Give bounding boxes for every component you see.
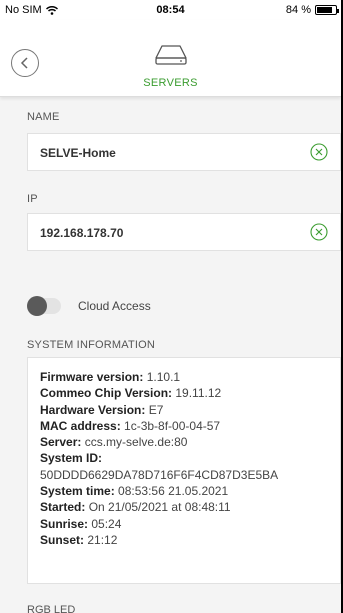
cloud-access-toggle[interactable] [27,296,61,316]
sunset-row: Sunset: 21:12 [40,532,118,547]
server-row: Server: ccs.my-selve.de:80 [40,435,188,450]
page-title: SERVERS [143,77,198,89]
system-id-label: System ID: [40,451,103,466]
sunrise-row: Sunrise: 05:24 [40,516,122,531]
app-screen: No SIM 08:54 84 % SERVERS NAME SELVE-Hom… [0,0,341,613]
started-row: Started: On 21/05/2021 at 08:48:11 [40,500,231,515]
ip-field[interactable]: 192.168.178.70 [27,213,341,251]
rgb-led-section-label: RGB LED [27,604,76,613]
ip-section-label: IP [27,193,38,205]
ip-value: 192.168.178.70 [40,226,124,240]
name-section-label: NAME [27,111,60,123]
battery-level-fill [317,7,333,13]
chevron-left-icon [20,57,28,69]
cloud-access-label: Cloud Access [78,299,151,313]
firmware-row: Firmware version: 1.10.1 [40,370,181,384]
hardware-row: Hardware Version: E7 [40,402,164,417]
navigation-header: SERVERS [0,20,341,97]
clear-circle-icon[interactable] [310,143,328,161]
toggle-knob [27,296,47,316]
server-icon [155,45,187,65]
system-information-label: SYSTEM INFORMATION [27,339,156,351]
system-id-value: 50DDDD6629DA78D716F6F4CD87D3E5BA [40,467,279,482]
name-field[interactable]: SELVE-Home [27,133,341,171]
system-time-row: System time: 08:53:56 21.05.2021 [40,484,229,499]
status-bar: No SIM 08:54 84 % [0,0,341,20]
battery-icon [315,5,339,15]
battery-percentage: 84 % [285,4,311,16]
clear-circle-icon[interactable] [310,223,328,241]
name-value: SELVE-Home [40,146,116,160]
mac-address-row: MAC address: 1c-3b-8f-00-04-57 [40,418,221,433]
system-information-panel: Firmware version: 1.10.1 Commeo Chip Ver… [27,357,341,584]
back-button[interactable] [11,49,39,77]
commeo-chip-row: Commeo Chip Version: 19.11.12 [40,386,222,401]
